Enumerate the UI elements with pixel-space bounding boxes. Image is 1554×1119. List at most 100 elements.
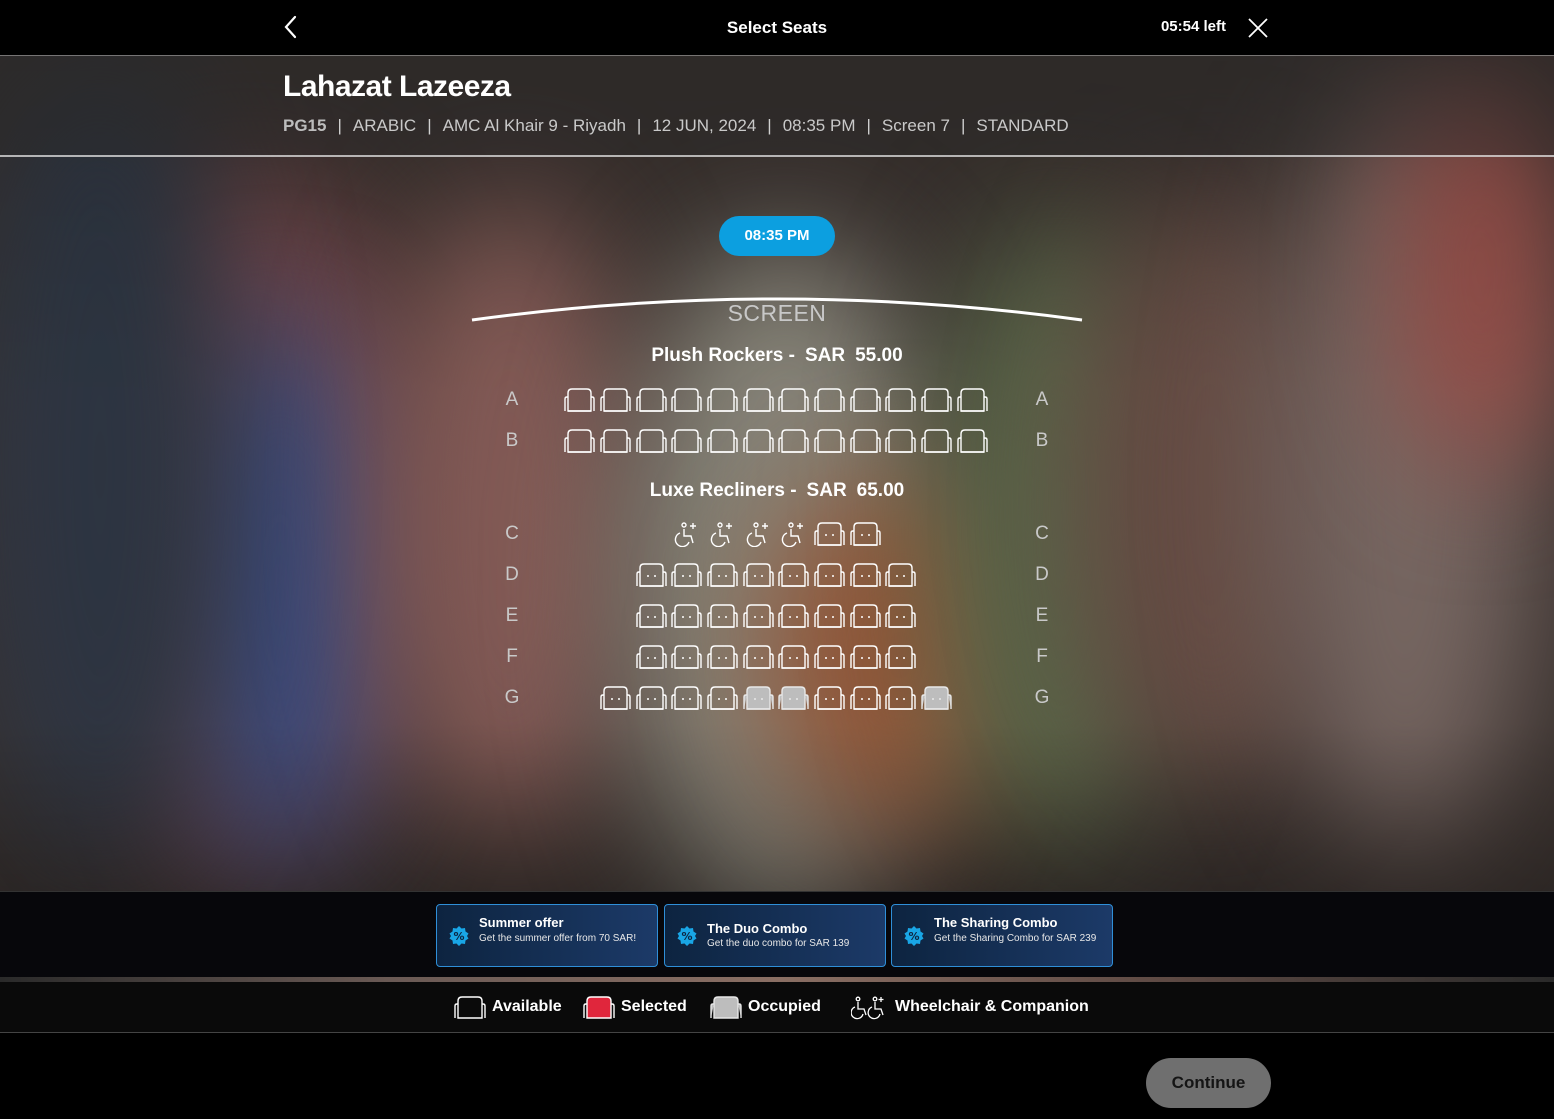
session-timer: 05:54 left	[1160, 18, 1226, 35]
movie-meta: PG15 | ARABIC | AMC Al Khair 9 - Riyadh …	[283, 116, 1069, 136]
seat-A5[interactable]	[707, 387, 738, 413]
seat-A10[interactable]	[885, 387, 917, 413]
seat-A3[interactable]	[635, 387, 667, 413]
section-currency: SAR	[804, 345, 846, 366]
seat-B9[interactable]	[850, 428, 881, 454]
seat-B3[interactable]	[635, 428, 667, 454]
seat-D7[interactable]	[850, 562, 881, 588]
seat-B5[interactable]	[707, 428, 738, 454]
row-label-left: D	[505, 564, 519, 585]
section-name: Luxe Recliners -	[649, 480, 797, 501]
seat-D5[interactable]	[778, 562, 810, 588]
seat-B1[interactable]	[564, 428, 595, 454]
seat-A1[interactable]	[564, 387, 595, 413]
meta-separator: |	[636, 116, 642, 135]
wheelchair-seat-C2[interactable]	[707, 521, 738, 547]
row-label-left: C	[505, 523, 519, 544]
seat-F7[interactable]	[850, 644, 881, 670]
meta-separator: |	[337, 116, 342, 135]
row-label-left: B	[505, 430, 519, 451]
row-label-left: F	[506, 646, 518, 667]
movie-header: Lahazat Lazeeza PG15 | ARABIC | AMC Al K…	[0, 55, 1554, 157]
seat-E6[interactable]	[814, 603, 845, 629]
row-label-right: D	[1035, 564, 1049, 585]
seat-F3[interactable]	[707, 644, 738, 670]
seat-E7[interactable]	[850, 603, 881, 629]
seat-D1[interactable]	[635, 562, 667, 588]
seat-G7[interactable]	[814, 685, 845, 711]
seat-B2[interactable]	[600, 428, 631, 454]
seat-G5	[742, 685, 774, 711]
show-date: 12 JUN, 2024	[652, 116, 757, 135]
seat-D8[interactable]	[885, 562, 917, 588]
seat-A4[interactable]	[671, 387, 702, 413]
discount-percent-icon: %	[904, 926, 924, 946]
seat-C6[interactable]	[850, 521, 881, 547]
seat-B6[interactable]	[742, 428, 774, 454]
seat-F5[interactable]	[778, 644, 810, 670]
seat-F6[interactable]	[814, 644, 845, 670]
seat-A11[interactable]	[921, 387, 952, 413]
offer-title: Summer offer	[479, 915, 564, 930]
seat-E1[interactable]	[635, 603, 667, 629]
seat-E2[interactable]	[671, 603, 702, 629]
continue-button[interactable]: Continue	[1146, 1058, 1271, 1108]
screen-label: SCREEN	[727, 300, 827, 326]
seat-G4[interactable]	[707, 685, 738, 711]
wheelchair-seat-C3[interactable]	[743, 521, 774, 547]
seat-D4[interactable]	[742, 562, 774, 588]
seat-A2[interactable]	[600, 387, 631, 413]
seat-B12[interactable]	[957, 428, 988, 454]
row-label-right: A	[1035, 389, 1049, 410]
seat-B8[interactable]	[814, 428, 845, 454]
section-price: 55.00	[855, 345, 903, 366]
screen-number: Screen 7	[881, 116, 950, 135]
seat-B4[interactable]	[671, 428, 702, 454]
seat-F1[interactable]	[635, 644, 667, 670]
wheelchair-companion-icon	[851, 996, 884, 1020]
seat-G1[interactable]	[600, 685, 631, 711]
wheelchair-seat-C4[interactable]	[778, 521, 809, 547]
seat-G8[interactable]	[850, 685, 881, 711]
showtime-pill[interactable]: 08:35 PM	[719, 216, 835, 256]
movie-language: ARABIC	[352, 116, 417, 135]
section-title: Luxe Recliners - SAR 65.00	[0, 480, 1554, 502]
offer-card-duo[interactable]: % The Duo Combo Get the duo combo for SA…	[664, 904, 886, 967]
wheelchair-seat-C1[interactable]	[671, 521, 702, 547]
seat-D6[interactable]	[814, 562, 845, 588]
offer-card-summer[interactable]: % Summer offer Get the summer offer from…	[436, 904, 658, 967]
offer-description: Get the summer offer from 70 SAR!	[479, 933, 637, 944]
close-icon[interactable]	[1246, 16, 1270, 40]
seat-A12[interactable]	[957, 387, 988, 413]
seat-D2[interactable]	[671, 562, 702, 588]
legend-wheelchair: Wheelchair & Companion	[851, 994, 1089, 1020]
seat-G9[interactable]	[885, 685, 917, 711]
seat-E5[interactable]	[778, 603, 810, 629]
seat-F8[interactable]	[885, 644, 917, 670]
section-currency: SAR	[806, 480, 847, 501]
seat-E8[interactable]	[885, 603, 917, 629]
seat-available-icon	[454, 996, 486, 1019]
seat-G2[interactable]	[635, 685, 667, 711]
offer-card-sharing[interactable]: % The Sharing Combo Get the Sharing Comb…	[891, 904, 1113, 967]
seat-B11[interactable]	[921, 428, 952, 454]
seat-A9[interactable]	[850, 387, 881, 413]
row-label-right: G	[1034, 687, 1050, 708]
seat-B10[interactable]	[885, 428, 917, 454]
seat-G3[interactable]	[671, 685, 702, 711]
seat-selected-icon	[583, 996, 615, 1019]
seat-E3[interactable]	[707, 603, 738, 629]
seat-F4[interactable]	[742, 644, 774, 670]
offers-strip: % Summer offer Get the summer offer from…	[0, 891, 1554, 979]
seat-B7[interactable]	[778, 428, 810, 454]
seat-A6[interactable]	[742, 387, 774, 413]
legend-occupied: Occupied	[710, 994, 821, 1020]
seat-E4[interactable]	[742, 603, 774, 629]
offer-description: Get the duo combo for SAR 139	[707, 938, 850, 949]
seat-F2[interactable]	[671, 644, 702, 670]
seat-A8[interactable]	[814, 387, 845, 413]
seat-C5[interactable]	[814, 521, 845, 547]
seat-D3[interactable]	[707, 562, 738, 588]
seat-A7[interactable]	[778, 387, 810, 413]
section-name: Plush Rockers -	[651, 345, 795, 366]
